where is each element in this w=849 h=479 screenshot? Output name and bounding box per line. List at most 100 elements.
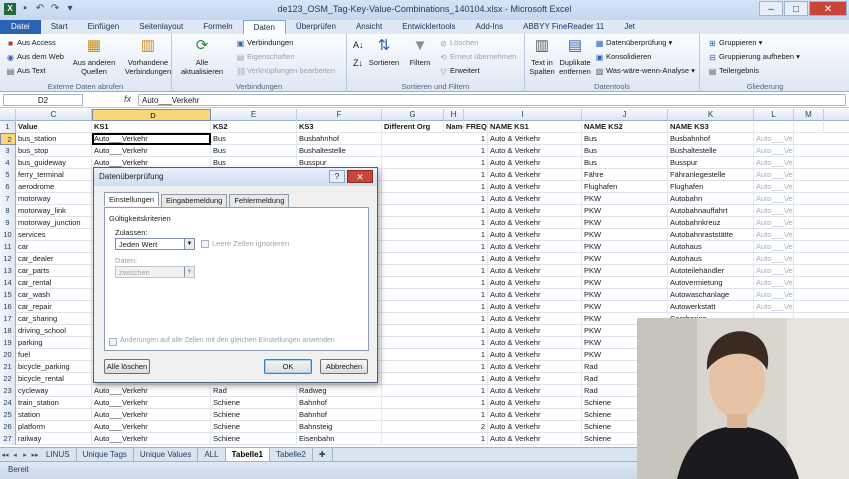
cell[interactable]: Auto & Verkehr: [488, 229, 582, 241]
cell[interactable]: PKW: [582, 205, 668, 217]
cell[interactable]: NAME KS2: [582, 121, 668, 133]
cell[interactable]: Auto & Verkehr: [488, 205, 582, 217]
cell[interactable]: Radweg: [297, 385, 382, 397]
row-header[interactable]: 10: [0, 229, 16, 241]
cell[interactable]: railway: [16, 433, 92, 445]
cell[interactable]: PKW: [582, 289, 668, 301]
column-header-m[interactable]: M: [794, 109, 824, 121]
row-header[interactable]: 14: [0, 277, 16, 289]
prev-sheet-icon[interactable]: ◂: [10, 451, 20, 459]
cell[interactable]: 1: [464, 289, 488, 301]
maximize-button[interactable]: □: [784, 1, 808, 16]
data-select[interactable]: zwischen ▼: [115, 266, 195, 278]
apply-all-checkbox[interactable]: [109, 338, 117, 346]
cell[interactable]: Bahnhof: [297, 409, 382, 421]
cell[interactable]: PKW: [582, 301, 668, 313]
column-header-j[interactable]: J: [582, 109, 668, 121]
cell[interactable]: Auto___Verkehr: [754, 277, 794, 289]
cell[interactable]: Auto & Verkehr: [488, 253, 582, 265]
cell[interactable]: car_dealer: [16, 253, 92, 265]
cell[interactable]: aerodrome: [16, 181, 92, 193]
column-header-l[interactable]: L: [754, 109, 794, 121]
cell[interactable]: 1: [464, 217, 488, 229]
cell[interactable]: car_rental: [16, 277, 92, 289]
cell[interactable]: NAME KS1: [488, 121, 582, 133]
tab-einfügen[interactable]: Einfügen: [78, 20, 130, 34]
cell[interactable]: car_wash: [16, 289, 92, 301]
sort-button[interactable]: ⇅ Sortieren: [367, 36, 401, 67]
cell[interactable]: Auto & Verkehr: [488, 277, 582, 289]
cell[interactable]: Bus: [582, 133, 668, 145]
cell[interactable]: Schiene: [211, 397, 297, 409]
existing-connections-button[interactable]: ▥ Vorhandene Verbindungen: [124, 36, 172, 76]
cell[interactable]: 1: [464, 145, 488, 157]
cell[interactable]: 1: [464, 277, 488, 289]
cell[interactable]: Auto___Verkehr: [754, 289, 794, 301]
column-header-e[interactable]: E: [211, 109, 297, 121]
cell[interactable]: cycleway: [16, 385, 92, 397]
cell[interactable]: 1: [464, 373, 488, 385]
cell[interactable]: Fähranlegestelle: [668, 169, 754, 181]
tab-jet[interactable]: Jet: [614, 20, 645, 34]
cell[interactable]: car: [16, 241, 92, 253]
close-button[interactable]: ✕: [809, 1, 847, 16]
cell[interactable]: 1: [464, 169, 488, 181]
cell[interactable]: Auto___Verkehr: [754, 229, 794, 241]
cell[interactable]: Auto & Verkehr: [488, 193, 582, 205]
cell[interactable]: 1: [464, 181, 488, 193]
name-box[interactable]: D2: [3, 94, 83, 106]
cell[interactable]: Auto___Verkehr: [754, 241, 794, 253]
cell[interactable]: 2: [464, 421, 488, 433]
tab-input-message[interactable]: Eingabemeldung: [161, 194, 228, 207]
remove-duplicates-button[interactable]: ▤ Duplikate entfernen: [558, 36, 592, 76]
cell[interactable]: PKW: [582, 217, 668, 229]
ungroup-button[interactable]: ⊟ Gruppierung aufheben ▾: [708, 52, 800, 62]
text-to-columns-button[interactable]: ▥ Text in Spalten: [527, 36, 557, 76]
cell[interactable]: 1: [464, 361, 488, 373]
sort-za-icon[interactable]: Z↓: [353, 58, 363, 68]
row-header[interactable]: 25: [0, 409, 16, 421]
sheet-tab-tabelle1[interactable]: Tabelle1: [225, 448, 270, 461]
row-header[interactable]: 23: [0, 385, 16, 397]
cell[interactable]: fuel: [16, 349, 92, 361]
cell[interactable]: Auto___Verkehr: [754, 169, 794, 181]
cell[interactable]: ferry_terminal: [16, 169, 92, 181]
cell[interactable]: Rad: [211, 385, 297, 397]
cell[interactable]: Auto___Verkehr: [754, 253, 794, 265]
help-button[interactable]: ?: [329, 170, 345, 183]
minimize-button[interactable]: –: [759, 1, 783, 16]
row-header[interactable]: 3: [0, 145, 16, 157]
cell[interactable]: car_repair: [16, 301, 92, 313]
row-header[interactable]: 20: [0, 349, 16, 361]
from-text-button[interactable]: ▤ Aus Text: [6, 66, 46, 76]
cell[interactable]: Bushaltestelle: [297, 145, 382, 157]
sheet-tab-linus[interactable]: LINUS: [40, 448, 77, 461]
refresh-all-button[interactable]: ⟳ Alle aktualisieren: [180, 36, 224, 76]
cell[interactable]: Auto & Verkehr: [488, 397, 582, 409]
cell[interactable]: Auto___Verkehr: [754, 193, 794, 205]
sheet-tab-unique-tags[interactable]: Unique Tags: [77, 448, 134, 461]
cell[interactable]: driving_school: [16, 325, 92, 337]
sheet-tab-tabelle2[interactable]: Tabelle2: [270, 448, 313, 461]
cell[interactable]: 1: [464, 325, 488, 337]
ok-button[interactable]: OK: [264, 359, 312, 374]
cell[interactable]: Schiene: [211, 433, 297, 445]
cell[interactable]: Auto___Verkehr: [754, 205, 794, 217]
clear-filter-button[interactable]: ⊘ Löschen: [439, 38, 478, 48]
cell[interactable]: train_station: [16, 397, 92, 409]
cell[interactable]: [794, 121, 824, 133]
cell[interactable]: Auto___Verkehr: [754, 157, 794, 169]
cell[interactable]: Auto___Verkehr: [92, 145, 211, 157]
cell[interactable]: Autovermietung: [668, 277, 754, 289]
cell[interactable]: station: [16, 409, 92, 421]
cell[interactable]: 1: [464, 397, 488, 409]
cell[interactable]: Autohaus: [668, 241, 754, 253]
cell[interactable]: FREQ: [464, 121, 488, 133]
cell[interactable]: Autoteilehändler: [668, 265, 754, 277]
dialog-close-button[interactable]: ✕: [347, 170, 373, 183]
select-all-corner[interactable]: [0, 109, 16, 121]
column-header-k[interactable]: K: [668, 109, 754, 121]
cell[interactable]: Bahnsteig: [297, 421, 382, 433]
sheet-tab-unique-values[interactable]: Unique Values: [134, 448, 199, 461]
cell[interactable]: Auto___Verkehr: [92, 133, 211, 145]
